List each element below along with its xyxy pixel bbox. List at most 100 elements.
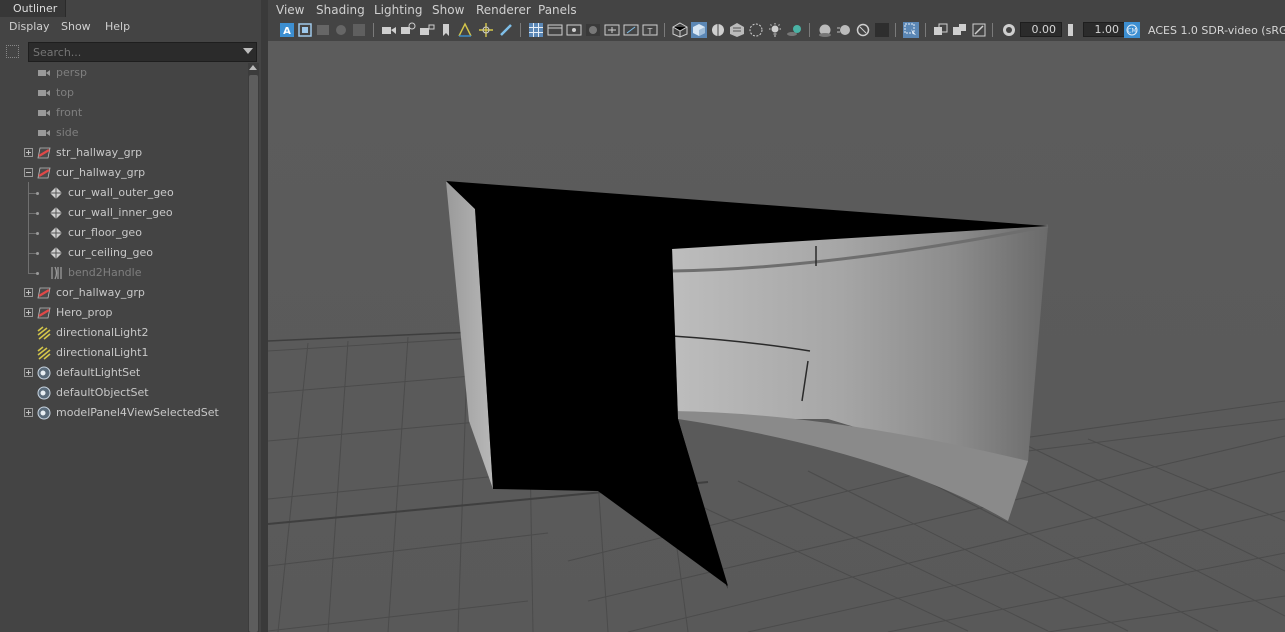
outliner-item-label: str_hallway_grp: [56, 146, 143, 159]
2d-pan-zoom-icon[interactable]: [457, 22, 473, 38]
search-options-icon[interactable]: [6, 45, 19, 58]
outliner-menu-help[interactable]: Help: [105, 20, 130, 33]
motion-blur-icon[interactable]: [836, 22, 852, 38]
viewport-3d[interactable]: [268, 41, 1285, 632]
outliner-search-input[interactable]: [28, 42, 257, 62]
lights-icon[interactable]: [767, 22, 783, 38]
expand-icon[interactable]: [24, 368, 33, 377]
outliner-item-cur-hallway-grp[interactable]: cur_hallway_grp: [0, 163, 248, 183]
outliner-item-hero-prop[interactable]: Hero_prop: [0, 303, 248, 323]
outliner-item-cur-floor-geo[interactable]: cur_floor_geo: [0, 223, 248, 243]
textured-icon[interactable]: [729, 22, 745, 38]
tree-node-dot: [36, 252, 39, 255]
outliner-item-label: persp: [56, 66, 87, 79]
outliner-item-modelpanel4viewselectedset[interactable]: modelPanel4ViewSelectedSet: [0, 403, 248, 423]
toolbar-separator: [895, 23, 896, 37]
exposure-icon[interactable]: [1001, 22, 1017, 38]
outliner-item-label: cur_ceiling_geo: [68, 246, 153, 259]
camera-icon[interactable]: [381, 22, 397, 38]
pan-icon[interactable]: [478, 22, 494, 38]
directional-light-icon: [37, 346, 51, 360]
outliner-item-defaultobjectset[interactable]: defaultObjectSet: [0, 383, 248, 403]
expand-icon[interactable]: [24, 148, 33, 157]
tree-node-dot: [36, 272, 39, 275]
grid-icon[interactable]: [528, 22, 544, 38]
panel-menu-renderer[interactable]: Renderer: [476, 3, 531, 17]
panel-menu-shading[interactable]: Shading: [316, 3, 365, 17]
scrollbar-thumb[interactable]: [249, 75, 258, 632]
camera-icon: [38, 90, 50, 96]
outliner-item-label: cor_hallway_grp: [56, 286, 145, 299]
outliner-item-str-hallway-grp[interactable]: str_hallway_grp: [0, 143, 248, 163]
anti-aliasing-icon[interactable]: [855, 22, 871, 38]
expand-icon[interactable]: [24, 308, 33, 317]
gamma-icon[interactable]: [1065, 22, 1081, 38]
group-icon: [37, 287, 51, 299]
search-dropdown-arrow-icon[interactable]: [243, 48, 253, 54]
xray-icon[interactable]: [933, 22, 949, 38]
outliner-scrollbar[interactable]: [248, 63, 259, 632]
outliner-item-side[interactable]: side: [0, 123, 248, 143]
film-gate-icon[interactable]: [547, 22, 563, 38]
outliner-item-persp[interactable]: persp: [0, 63, 248, 83]
smooth-shade-icon[interactable]: [691, 22, 707, 38]
view-transform-label[interactable]: ACES 1.0 SDR-video (sRGB): [1148, 24, 1285, 37]
xray-active-components-icon[interactable]: [952, 22, 968, 38]
wireframe-on-shaded-icon[interactable]: [710, 22, 726, 38]
xray-joints-icon[interactable]: [971, 22, 987, 38]
expand-icon[interactable]: [24, 408, 33, 417]
outliner-item-cur-wall-outer-geo[interactable]: cur_wall_outer_geo: [0, 183, 248, 203]
bookmarks-icon[interactable]: [315, 22, 331, 38]
grease-pencil-icon[interactable]: [351, 22, 367, 38]
panel-menu-show[interactable]: Show: [432, 3, 464, 17]
bookmark-icon[interactable]: [438, 22, 454, 38]
camera-attributes-icon[interactable]: [297, 22, 313, 38]
camera-aim-icon[interactable]: [400, 22, 416, 38]
outliner-item-front[interactable]: front: [0, 103, 248, 123]
shadows-icon[interactable]: [786, 22, 802, 38]
panel-menu-panels[interactable]: Panels: [538, 3, 577, 17]
outliner-item-bend2handle[interactable]: bend2Handle: [0, 263, 248, 283]
collapse-icon[interactable]: [24, 168, 33, 177]
outliner-item-cur-ceiling-geo[interactable]: cur_ceiling_geo: [0, 243, 248, 263]
outliner-item-directionallight2[interactable]: directionalLight2: [0, 323, 248, 343]
field-chart-icon[interactable]: [604, 22, 620, 38]
panel-splitter[interactable]: [261, 0, 268, 632]
outliner-item-defaultlightset[interactable]: defaultLightSet: [0, 363, 248, 383]
safe-action-icon[interactable]: [623, 22, 639, 38]
wireframe-icon[interactable]: [672, 22, 688, 38]
safe-title-icon[interactable]: T: [642, 22, 658, 38]
viewport-scene: [268, 41, 1285, 632]
select-camera-icon[interactable]: A: [279, 22, 295, 38]
outliner-item-label: cur_wall_inner_geo: [68, 206, 173, 219]
group-icon: [37, 167, 51, 179]
outliner-item-top[interactable]: top: [0, 83, 248, 103]
outliner-item-label: defaultLightSet: [56, 366, 141, 379]
gamma-field[interactable]: 1.00: [1083, 22, 1125, 37]
panel-menu-view[interactable]: View: [276, 3, 304, 17]
svg-text:CM: CM: [1127, 28, 1136, 35]
directional-light-icon: [37, 326, 51, 340]
resolution-gate-icon[interactable]: [566, 22, 582, 38]
color-management-icon[interactable]: CM: [1124, 22, 1140, 38]
outliner-item-cor-hallway-grp[interactable]: cor_hallway_grp: [0, 283, 248, 303]
grease-pencil-tool-icon[interactable]: [498, 22, 514, 38]
outliner-item-cur-wall-inner-geo[interactable]: cur_wall_inner_geo: [0, 203, 248, 223]
panel-menu-lighting[interactable]: Lighting: [374, 3, 423, 17]
outliner-menu-show[interactable]: Show: [61, 20, 91, 33]
lock-camera-icon[interactable]: [419, 22, 435, 38]
expand-icon[interactable]: [24, 288, 33, 297]
outliner-tab[interactable]: Outliner: [0, 0, 66, 17]
image-plane-icon[interactable]: [333, 22, 349, 38]
outliner-menu-display[interactable]: Display: [9, 20, 50, 33]
outliner-item-directionallight1[interactable]: directionalLight1: [0, 343, 248, 363]
depth-of-field-icon[interactable]: [874, 22, 890, 38]
isolate-select-icon[interactable]: [903, 22, 919, 38]
outliner-item-label: Hero_prop: [56, 306, 113, 319]
scroll-up-arrow-icon[interactable]: [249, 65, 257, 70]
gate-mask-icon[interactable]: [585, 22, 601, 38]
screen-space-ao-icon[interactable]: [817, 22, 833, 38]
use-all-lights-icon[interactable]: [748, 22, 764, 38]
exposure-field[interactable]: 0.00: [1020, 22, 1062, 37]
outliner-item-label: cur_floor_geo: [68, 226, 142, 239]
